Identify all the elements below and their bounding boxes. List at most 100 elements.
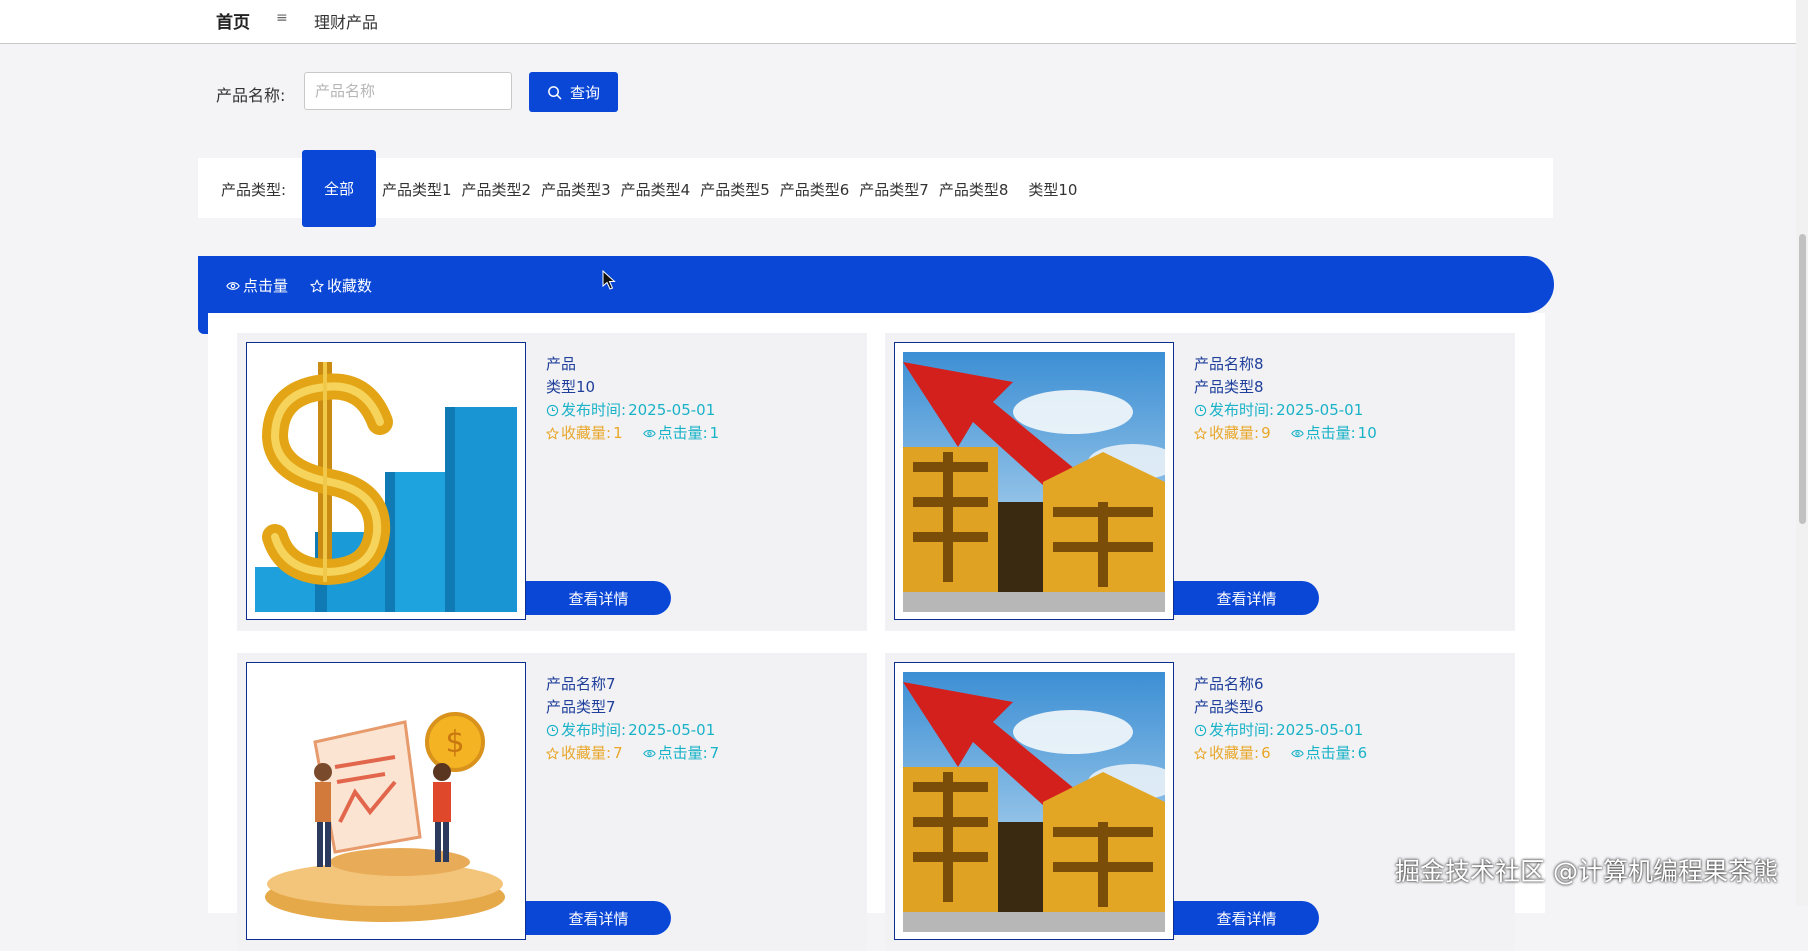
click-count: 点击量: 7 — [642, 742, 720, 765]
star-icon — [1194, 427, 1207, 440]
category-all-tab[interactable]: 全部 — [302, 150, 376, 227]
product-type: 类型10 — [546, 378, 596, 396]
publish-time: 发布时间: 2025-05-01 — [1194, 719, 1367, 742]
publish-time: 发布时间: 2025-05-01 — [546, 719, 719, 742]
click-value: 6 — [1357, 744, 1368, 762]
category-filter-bar: 产品类型: 全部 产品类型1 产品类型2 产品类型3 产品类型4 产品类型5 产… — [198, 150, 1553, 227]
category-item[interactable]: 类型10 — [1028, 179, 1077, 200]
product-type: 产品类型6 — [1194, 698, 1264, 716]
star-icon — [310, 279, 324, 292]
favorite-count: 收藏量: 7 — [546, 742, 623, 765]
favorite-label: 收藏量: — [1209, 424, 1260, 442]
category-item[interactable]: 产品类型2 — [462, 179, 532, 200]
product-stats: 收藏量: 9 点击量: 10 — [1194, 422, 1377, 445]
product-card: $ 产品名称7 产品类型7 发布时间: 2025-05-01 收藏量: 7 点击… — [237, 653, 867, 951]
favorite-value: 1 — [613, 424, 623, 442]
publish-time-label: 发布时间: — [561, 401, 627, 419]
click-value: 7 — [709, 744, 720, 762]
product-stats: 收藏量: 6 点击量: 6 — [1194, 742, 1367, 765]
click-label: 点击量: — [1305, 424, 1356, 442]
view-detail-button[interactable]: 查看详情 — [1174, 581, 1319, 615]
favorite-value: 9 — [1261, 424, 1271, 442]
product-image-investors-coin: $ — [255, 672, 517, 932]
product-card: 产品 类型10 发布时间: 2025-05-01 收藏量: 1 点击量: 1 查看详情 — [237, 333, 867, 631]
scrollbar-thumb[interactable] — [1799, 234, 1806, 524]
click-count: 点击量: 6 — [1290, 742, 1368, 765]
product-name[interactable]: 产品 — [546, 353, 719, 376]
favorite-count: 收藏量: 1 — [546, 422, 623, 445]
search-button-label: 查询 — [569, 83, 600, 102]
publish-time-label: 发布时间: — [561, 721, 627, 739]
sort-bar: 点击量 收藏数 — [198, 256, 1554, 313]
view-detail-button[interactable]: 查看详情 — [526, 581, 671, 615]
product-type: 产品类型8 — [1194, 378, 1264, 396]
publish-time-value: 2025-05-01 — [628, 721, 716, 739]
product-card: 产品名称8 产品类型8 发布时间: 2025-05-01 收藏量: 9 点击量: 10… — [885, 333, 1515, 631]
category-item[interactable]: 产品类型8 — [939, 179, 1009, 200]
product-image-dollar-chart — [255, 352, 517, 612]
sort-favorites-label: 收藏数 — [327, 277, 373, 295]
clock-icon — [546, 404, 559, 417]
search-input[interactable] — [304, 72, 512, 110]
product-name[interactable]: 产品名称8 — [1194, 353, 1377, 376]
category-item[interactable]: 产品类型5 — [700, 179, 770, 200]
product-image-frame[interactable] — [894, 662, 1174, 940]
category-item[interactable]: 产品类型4 — [621, 179, 691, 200]
search-button[interactable]: 查询 — [529, 72, 618, 112]
breadcrumb-home[interactable]: 首页 — [216, 8, 250, 33]
eye-icon — [1290, 749, 1304, 758]
sort-by-favorites[interactable]: 收藏数 — [310, 275, 372, 296]
favorite-count: 收藏量: 6 — [1194, 742, 1271, 765]
publish-time-value: 2025-05-01 — [628, 401, 716, 419]
publish-time: 发布时间: 2025-05-01 — [546, 399, 719, 422]
top-nav-bar: 首页 ≡ 理财产品 — [0, 0, 1808, 44]
favorite-label: 收藏量: — [561, 424, 612, 442]
product-image-fund-arrow — [903, 352, 1165, 612]
sort-clicks-label: 点击量 — [243, 277, 289, 295]
product-info: 产品名称6 产品类型6 发布时间: 2025-05-01 收藏量: 6 点击量: 6 — [1194, 673, 1367, 765]
product-image-frame[interactable]: $ — [246, 662, 526, 940]
sort-by-clicks[interactable]: 点击量 — [226, 275, 288, 296]
product-name[interactable]: 产品名称7 — [546, 673, 719, 696]
product-card: 产品名称6 产品类型6 发布时间: 2025-05-01 收藏量: 6 点击量: 6 … — [885, 653, 1515, 951]
eye-icon — [226, 281, 240, 290]
page-scrollbar[interactable] — [1796, 0, 1808, 906]
category-item[interactable]: 产品类型1 — [382, 179, 452, 200]
click-value: 10 — [1357, 424, 1377, 442]
product-info: 产品 类型10 发布时间: 2025-05-01 收藏量: 1 点击量: 1 — [546, 353, 719, 445]
mouse-cursor-icon — [602, 270, 616, 290]
breadcrumb-current: 理财产品 — [314, 13, 379, 32]
eye-icon — [1290, 429, 1304, 438]
watermark: 掘金技术社区 @计算机编程果茶熊 — [1395, 857, 1778, 886]
click-label: 点击量: — [657, 744, 708, 762]
breadcrumb-separator: ≡ — [276, 10, 288, 26]
product-image-frame[interactable] — [894, 342, 1174, 620]
publish-time-value: 2025-05-01 — [1276, 721, 1364, 739]
product-type: 产品类型7 — [546, 698, 616, 716]
category-item[interactable]: 产品类型7 — [859, 179, 929, 200]
product-stats: 收藏量: 1 点击量: 1 — [546, 422, 719, 445]
category-list: 产品类型1 产品类型2 产品类型3 产品类型4 产品类型5 产品类型6 产品类型… — [382, 179, 1087, 200]
favorite-label: 收藏量: — [1209, 744, 1260, 762]
clock-icon — [1194, 724, 1207, 737]
product-image-fund-arrow — [903, 672, 1165, 932]
star-icon — [546, 427, 559, 440]
click-label: 点击量: — [657, 424, 708, 442]
svg-text:$: $ — [445, 725, 464, 760]
favorite-value: 7 — [613, 744, 623, 762]
clock-icon — [1194, 404, 1207, 417]
publish-time: 发布时间: 2025-05-01 — [1194, 399, 1377, 422]
product-stats: 收藏量: 7 点击量: 7 — [546, 742, 719, 765]
search-label: 产品名称: — [216, 86, 286, 105]
favorite-value: 6 — [1261, 744, 1271, 762]
click-value: 1 — [709, 424, 720, 442]
star-icon — [546, 747, 559, 760]
product-image-frame[interactable] — [246, 342, 526, 620]
clock-icon — [546, 724, 559, 737]
category-item[interactable]: 产品类型3 — [541, 179, 611, 200]
product-name[interactable]: 产品名称6 — [1194, 673, 1367, 696]
publish-time-label: 发布时间: — [1209, 401, 1275, 419]
category-item[interactable]: 产品类型6 — [780, 179, 850, 200]
view-detail-button[interactable]: 查看详情 — [1174, 901, 1319, 935]
view-detail-button[interactable]: 查看详情 — [526, 901, 671, 935]
